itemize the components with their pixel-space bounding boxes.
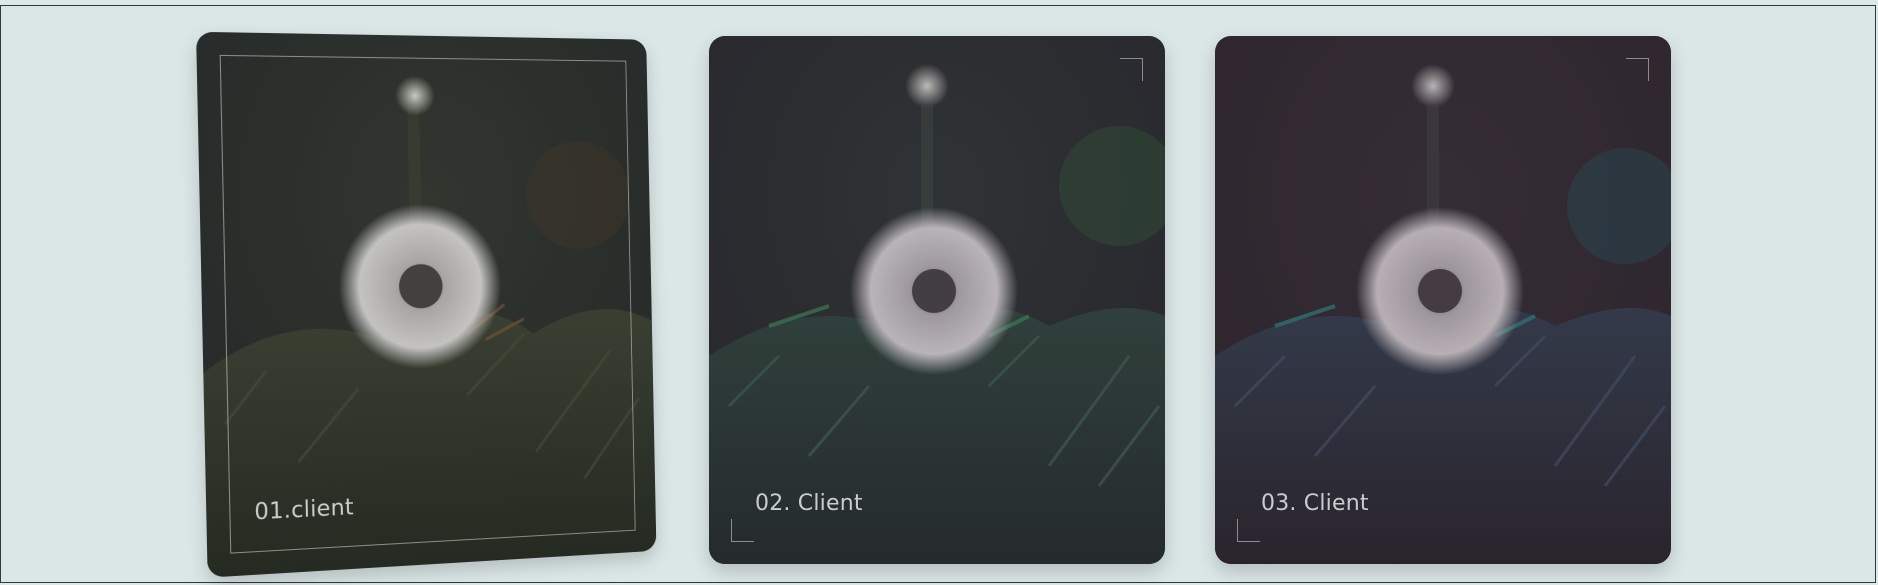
card-label: 01.client — [254, 495, 355, 526]
client-card-2[interactable]: 02. Client — [709, 36, 1165, 564]
corner-mark-bottom-left — [1237, 519, 1260, 542]
card-inner-border — [219, 54, 636, 554]
corner-mark-top-right — [1120, 58, 1143, 81]
client-card-1[interactable]: 01.client — [196, 31, 657, 578]
client-card-3[interactable]: 03. Client — [1215, 36, 1671, 564]
corner-mark-top-right — [1626, 58, 1649, 81]
card-label: 03. Client — [1261, 491, 1369, 516]
card-label: 02. Client — [755, 491, 863, 516]
gallery-frame: 01.client 02. Client 03. Client — [0, 5, 1876, 583]
corner-mark-bottom-left — [731, 519, 754, 542]
